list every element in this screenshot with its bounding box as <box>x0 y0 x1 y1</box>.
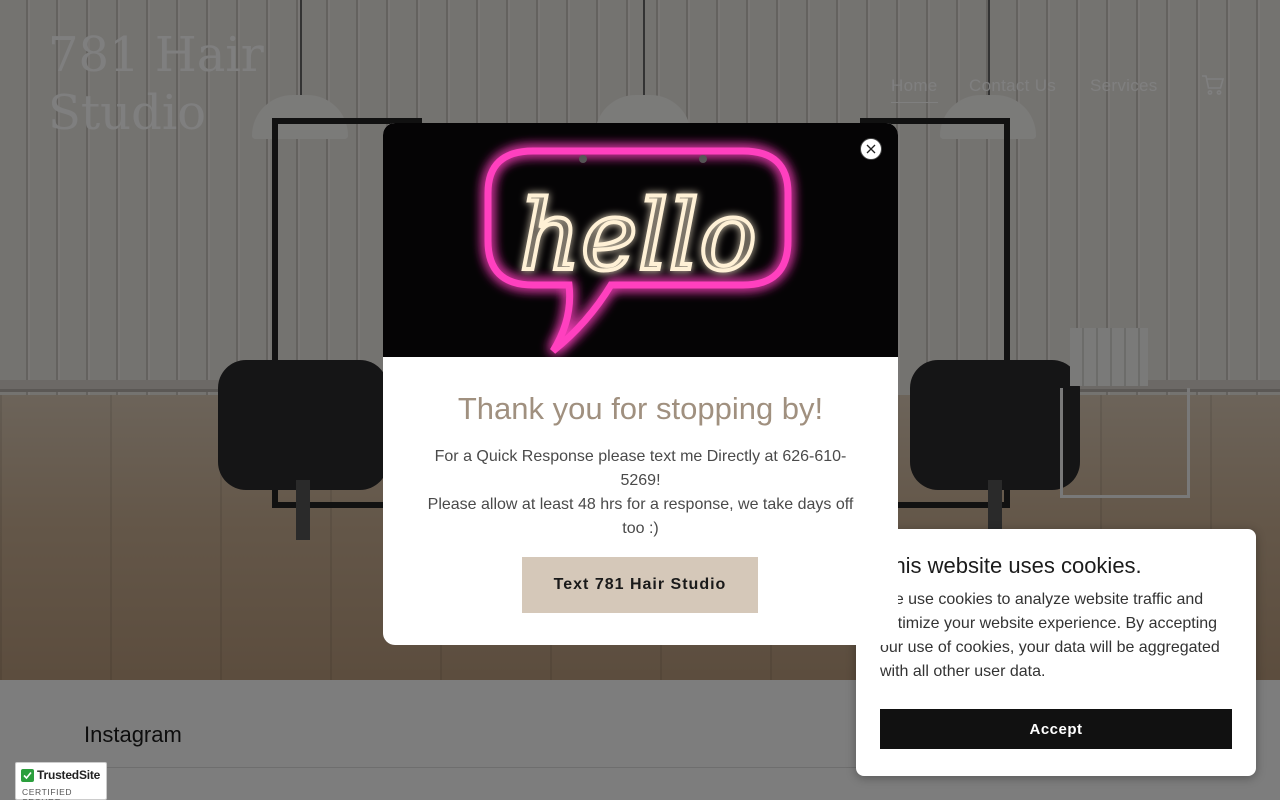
cookie-text: We use cookies to analyze website traffi… <box>880 591 1220 680</box>
cookie-accept-button[interactable]: Accept <box>880 709 1232 749</box>
badge-subtitle: CERTIFIED SECURE <box>22 787 73 800</box>
cookie-banner: This website uses cookies. We use cookie… <box>856 529 1256 776</box>
close-icon[interactable] <box>860 138 882 160</box>
modal-message-line-2: Please allow at least 48 hrs for a respo… <box>427 496 854 537</box>
welcome-modal: hello Thank you for stopping by! For a Q… <box>383 123 898 645</box>
modal-message: For a Quick Response please text me Dire… <box>423 445 858 541</box>
neon-hello-image: hello <box>383 123 898 357</box>
text-studio-button[interactable]: Text 781 Hair Studio <box>522 557 758 613</box>
checkmark-icon <box>21 768 34 782</box>
neon-hello-text: hello <box>519 180 757 292</box>
modal-title: Thank you for stopping by! <box>457 391 824 426</box>
trustedsite-badge[interactable]: TrustedSite CERTIFIED SECURE <box>15 762 107 800</box>
cookie-title: This website uses cookies. <box>880 553 1142 578</box>
modal-message-line-1: For a Quick Response please text me Dire… <box>434 448 847 489</box>
badge-name: TrustedSite <box>37 768 101 782</box>
